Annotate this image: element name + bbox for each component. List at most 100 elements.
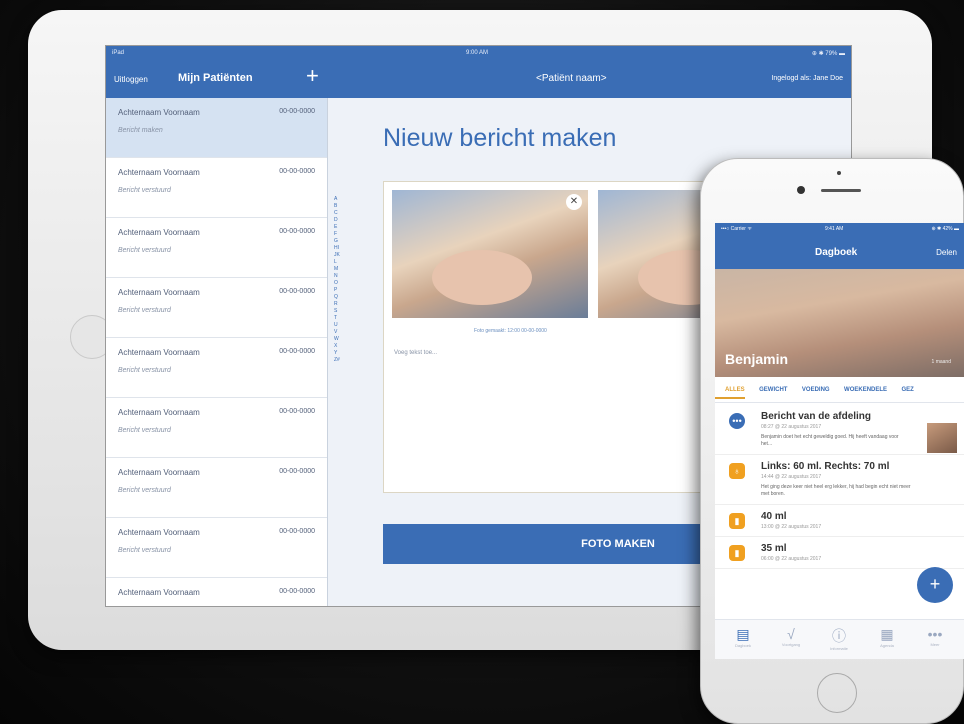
remove-photo-icon[interactable]: ✕ [566,194,582,210]
share-button[interactable]: Delen [936,248,957,257]
phone-camera [797,186,805,194]
patient-row[interactable]: Achternaam Voornaam 00-00-0000 Bericht v… [106,218,327,278]
patient-row-date: 00-00-0000 [279,108,315,115]
more-icon: ••• [927,626,943,642]
message-input[interactable]: Voeg tekst toe... [394,350,437,356]
patient-row-date: 00-00-0000 [279,168,315,175]
feed-item[interactable]: ▮ 35 ml 06:00 @ 22 augustus 2017 [715,537,964,569]
bottle-icon: ▮ [729,545,745,561]
tabbar-label: Dagboek [734,643,751,648]
feed-item[interactable]: ▮ 40 ml 13:00 @ 22 augustus 2017 [715,505,964,537]
patient-row-date: 00-00-0000 [279,588,315,595]
diary-feed: ••• Bericht van de afdeling 08:27 @ 22 a… [715,405,964,569]
info-icon: ⓘ [832,628,846,644]
patient-row-date: 00-00-0000 [279,228,315,235]
phone-title: Dagboek [815,247,858,258]
patient-row[interactable]: Achternaam Voornaam 00-00-0000 Bericht v… [106,338,327,398]
tabbar-informatie[interactable]: ⓘ Informatie [819,626,859,651]
phone-status-battery: ⊕ ✱ 42% ▬ [931,226,959,232]
status-time: 9:00 AM [466,50,489,56]
photo-caption: Foto gemaakt: 12:00 00-00-0000 [474,328,547,334]
phone-tabs: ALLES GEWICHT VOEDING WOEKENDELE GEZ [715,377,964,403]
diary-icon: ▤ [736,626,750,642]
baby-meta: 1 maand [931,359,951,365]
phone-device: •••○ Carrier ᯤ 9:41 AM ⊕ ✱ 42% ▬ Dagboek… [700,158,964,724]
calendar-icon: ▦ [880,626,894,642]
patient-row-status: Bericht verstuurd [118,307,171,314]
progress-icon: √ [787,626,795,642]
baby-photo[interactable]: ✕ [392,190,588,318]
tablet-top-bar: iPad 9:00 AM ⊕ ✱ 79% ▬ Uitloggen Mijn Pa… [106,46,851,98]
baby-figure [432,250,532,305]
tabbar-meer[interactable]: ••• Meer [915,626,955,647]
baby-name: Benjamin [725,351,789,367]
status-device: iPad [112,50,125,56]
feed-item-date: 08:27 @ 22 augustus 2017 [761,424,822,430]
phone-status-carrier: •••○ Carrier ᯤ [721,226,752,232]
patient-row-date: 00-00-0000 [279,348,315,355]
feed-item[interactable]: ••• Bericht van de afdeling 08:27 @ 22 a… [715,405,964,455]
patient-row[interactable]: Achternaam Voornaam 00-00-0000 [106,578,327,606]
phone-tab-bar: ▤ Dagboek √ Voortgang ⓘ Informatie ▦ Age… [715,619,964,659]
feed-item-body: Benjamin doet het echt geweldig goed. Hi… [761,434,899,447]
patient-row[interactable]: Achternaam Voornaam 00-00-0000 Bericht v… [106,398,327,458]
logout-button[interactable]: Uitloggen [114,75,148,84]
feed-item-title: 35 ml [761,543,787,554]
tab-gewicht[interactable]: GEWICHT [749,377,787,393]
baby-hero-photo: Benjamin 1 maand [715,269,964,377]
feed-item-date: 14:44 @ 22 augustus 2017 [761,474,822,480]
feed-item-title: Links: 60 ml. Rechts: 70 ml [761,461,890,472]
patient-row-status: Bericht verstuurd [118,247,171,254]
patient-name: <Patiënt naam> [536,73,607,84]
patient-row[interactable]: Achternaam Voornaam 00-00-0000 Bericht v… [106,518,327,578]
feed-item-title: Bericht van de afdeling [761,411,872,422]
tab-gez[interactable]: GEZ [892,377,914,393]
patient-row[interactable]: Achternaam Voornaam 00-00-0000 Bericht m… [106,98,327,158]
tab-woekendele[interactable]: WOEKENDELE [834,377,887,393]
tabbar-dagboek[interactable]: ▤ Dagboek [723,626,763,648]
phone-top-bar: •••○ Carrier ᯤ 9:41 AM ⊕ ✱ 42% ▬ Dagboek… [715,223,964,269]
page-title: Nieuw bericht maken [383,124,617,152]
bottle-icon: ▮ [729,513,745,529]
feed-item-date: 06:00 @ 22 augustus 2017 [761,556,822,562]
logged-in-label: Ingelogd als: Jane Doe [771,75,843,82]
patient-row[interactable]: Achternaam Voornaam 00-00-0000 Bericht v… [106,158,327,218]
phone-sensor [837,171,841,175]
tabbar-voortgang[interactable]: √ Voortgang [771,626,811,647]
patient-row-date: 00-00-0000 [279,528,315,535]
patient-row-status: Bericht maken [118,127,163,134]
nav-title: Mijn Patiënten [178,72,253,84]
patient-row-status: Bericht verstuurd [118,427,171,434]
alphabet-index[interactable]: ABCDEFGHIJKLMNOPQRSTUVWXYZ# [334,196,340,364]
tabbar-label: Agenda [880,643,894,648]
status-battery: ⊕ ✱ 79% ▬ [811,51,845,57]
phone-status-time: 9:41 AM [825,226,844,232]
feed-item[interactable]: ♁ Links: 60 ml. Rechts: 70 ml 14:44 @ 22… [715,455,964,505]
message-icon: ••• [729,413,745,429]
patient-row-status: Bericht verstuurd [118,187,171,194]
phone-screen: •••○ Carrier ᯤ 9:41 AM ⊕ ✱ 42% ▬ Dagboek… [715,223,964,659]
phone-home-button[interactable] [817,673,857,713]
feed-item-date: 13:00 @ 22 augustus 2017 [761,524,822,530]
tablet-nav: Uitloggen Mijn Patiënten + <Patiënt naam… [106,65,851,94]
tabbar-label: Informatie [830,646,848,651]
patient-row-date: 00-00-0000 [279,288,315,295]
add-patient-button[interactable]: + [306,65,319,87]
tabbar-agenda[interactable]: ▦ Agenda [867,626,907,648]
patient-row-status: Bericht verstuurd [118,487,171,494]
patient-row-status: Bericht verstuurd [118,547,171,554]
tab-alles[interactable]: ALLES [715,377,745,399]
phone-speaker [821,189,861,192]
add-entry-button[interactable]: + [917,567,953,603]
patient-row-status: Bericht verstuurd [118,367,171,374]
breastfeeding-icon: ♁ [729,463,745,479]
feed-item-title: 40 ml [761,511,787,522]
patient-row[interactable]: Achternaam Voornaam 00-00-0000 Bericht v… [106,278,327,338]
tab-voeding[interactable]: VOEDING [792,377,830,393]
feed-item-thumbnail[interactable] [927,423,957,453]
feed-item-body: Het ging deze keer niet heel erg lekker,… [761,484,911,497]
patient-list: Achternaam Voornaam 00-00-0000 Bericht m… [106,98,328,606]
patient-row-date: 00-00-0000 [279,468,315,475]
patient-row[interactable]: Achternaam Voornaam 00-00-0000 Bericht v… [106,458,327,518]
tablet-status-bar: iPad 9:00 AM ⊕ ✱ 79% ▬ [106,46,851,62]
